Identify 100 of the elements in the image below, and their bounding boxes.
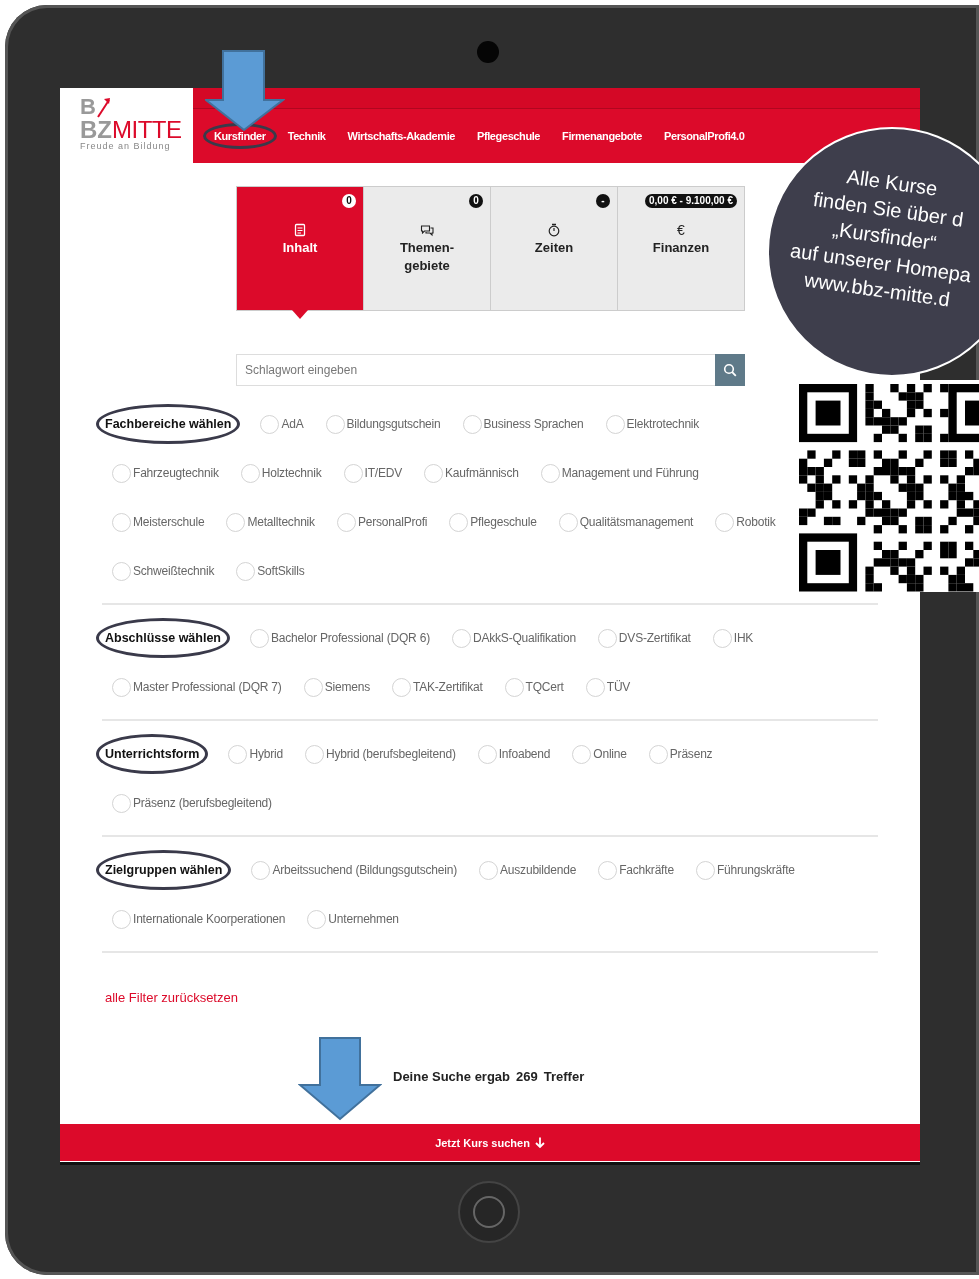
radio-option[interactable]: Fachkräfte bbox=[598, 850, 674, 890]
radio-button[interactable] bbox=[240, 463, 260, 483]
radio-option[interactable]: Infoabend bbox=[477, 734, 551, 774]
arrow-icon bbox=[95, 96, 112, 118]
radio-button[interactable] bbox=[572, 744, 592, 764]
radio-option[interactable]: Business Sprachen bbox=[462, 404, 584, 444]
radio-button[interactable] bbox=[250, 628, 269, 648]
radio-option[interactable]: TAK-Zertifikat bbox=[391, 667, 483, 707]
filter-tab[interactable]: 0 Themen- gebiete bbox=[364, 187, 491, 310]
radio-option[interactable]: Management und Führung bbox=[540, 453, 699, 493]
search-field[interactable]: Schlagwort eingeben bbox=[236, 354, 715, 386]
radio-button[interactable] bbox=[695, 860, 715, 880]
radio-button[interactable] bbox=[712, 628, 732, 648]
logo-tagline: Freude an Bildung bbox=[80, 141, 172, 151]
radio-option[interactable]: Hybrid (berufsbegleitend) bbox=[304, 734, 456, 774]
filter-tab[interactable]: - Zeiten bbox=[491, 187, 618, 310]
radio-button[interactable] bbox=[598, 860, 618, 880]
radio-option[interactable]: AdA bbox=[260, 404, 304, 444]
radio-button[interactable] bbox=[226, 512, 246, 532]
radio-option[interactable]: IT/EDV bbox=[343, 453, 403, 493]
down-arrow-icon bbox=[534, 1137, 545, 1148]
radio-button[interactable] bbox=[540, 463, 560, 483]
radio-option[interactable]: Holztechnik bbox=[240, 453, 322, 493]
radio-button[interactable] bbox=[585, 677, 605, 697]
reset-filters-link[interactable]: alle Filter zurücksetzen bbox=[105, 990, 238, 1005]
nav-link[interactable]: Pflegeschule bbox=[466, 123, 552, 148]
radio-button[interactable] bbox=[449, 512, 469, 532]
radio-button[interactable] bbox=[715, 512, 735, 532]
stopwatch-icon bbox=[547, 223, 561, 237]
logo-wordmark: BZ bbox=[80, 118, 112, 142]
nav-link[interactable]: Firmenangebote bbox=[551, 123, 654, 148]
radio-option[interactable]: Schweißtechnik bbox=[112, 551, 215, 591]
radio-button[interactable] bbox=[391, 677, 411, 697]
radio-button[interactable] bbox=[558, 512, 578, 532]
radio-button[interactable] bbox=[112, 512, 131, 532]
filter-tab[interactable]: 0,00 € - 9.100,00 € € Finanzen bbox=[618, 187, 744, 310]
radio-option[interactable]: SoftSkills bbox=[236, 551, 305, 591]
radio-option[interactable]: Bildungsgutschein bbox=[325, 404, 441, 444]
radio-button[interactable] bbox=[112, 909, 131, 929]
radio-option[interactable]: DAkkS-Qualifikation bbox=[451, 618, 576, 658]
nav-link[interactable]: PersonalProfi4.0 bbox=[653, 123, 756, 148]
search-courses-button[interactable]: Jetzt Kurs suchen bbox=[60, 1124, 920, 1161]
result-text: Treffer bbox=[543, 1069, 585, 1084]
radio-option[interactable]: Metalltechnik bbox=[226, 502, 315, 542]
radio-button[interactable] bbox=[112, 463, 131, 483]
radio-option[interactable]: Elektrotechnik bbox=[605, 404, 700, 444]
radio-option[interactable]: DVS-Zertifikat bbox=[597, 618, 691, 658]
radio-option[interactable]: Bachelor Professional (DQR 6) bbox=[250, 618, 430, 658]
radio-button[interactable] bbox=[236, 561, 256, 581]
radio-option[interactable]: Auszubildende bbox=[479, 850, 577, 890]
radio-option[interactable]: PersonalProfi bbox=[336, 502, 428, 542]
radio-option[interactable]: Führungskräfte bbox=[695, 850, 795, 890]
radio-button[interactable] bbox=[304, 744, 324, 764]
radio-button[interactable] bbox=[307, 909, 327, 929]
search-button[interactable] bbox=[715, 354, 745, 386]
filter-group-label: Abschlüsse wählen bbox=[96, 618, 230, 658]
radio-button[interactable] bbox=[251, 860, 271, 880]
radio-option[interactable]: Siemens bbox=[303, 667, 370, 707]
radio-button[interactable] bbox=[477, 744, 497, 764]
radio-button[interactable] bbox=[325, 414, 345, 434]
radio-button[interactable] bbox=[451, 628, 471, 648]
nav-link[interactable]: Technik bbox=[276, 123, 337, 148]
radio-button[interactable] bbox=[112, 677, 131, 697]
radio-button[interactable] bbox=[343, 463, 363, 483]
radio-button[interactable] bbox=[112, 561, 131, 581]
radio-button[interactable] bbox=[336, 512, 356, 532]
radio-button[interactable] bbox=[303, 677, 323, 697]
radio-button[interactable] bbox=[504, 677, 524, 697]
radio-button[interactable] bbox=[112, 793, 131, 813]
radio-button[interactable] bbox=[597, 628, 617, 648]
radio-button[interactable] bbox=[648, 744, 668, 764]
radio-button[interactable] bbox=[424, 463, 444, 483]
radio-option[interactable]: Hybrid bbox=[228, 734, 283, 774]
radio-button[interactable] bbox=[479, 860, 499, 880]
radio-option[interactable]: Internationale Koorperationen bbox=[112, 899, 286, 939]
radio-option[interactable]: Präsenz (berufsbegleitend) bbox=[112, 783, 272, 823]
promo-text: Alle Kurse finden Sie über d „Kursfinder“ auf unserer Homepa www.bbz-mitte.d bbox=[788, 164, 974, 313]
radio-option[interactable]: Präsenz bbox=[648, 734, 713, 774]
logo-letter: B bbox=[80, 96, 96, 118]
radio-option[interactable]: Unternehmen bbox=[307, 899, 399, 939]
radio-option[interactable]: Arbeitssuchend (Bildungsgutschein) bbox=[251, 850, 458, 890]
radio-option[interactable]: TQCert bbox=[504, 667, 564, 707]
filter-group-label: Zielgruppen wählen bbox=[96, 850, 232, 890]
radio-button[interactable] bbox=[462, 414, 482, 434]
radio-button[interactable] bbox=[260, 414, 280, 434]
count-badge: 0 bbox=[469, 194, 483, 208]
radio-option[interactable]: IHK bbox=[712, 618, 754, 658]
count-badge: 0 bbox=[342, 194, 356, 208]
radio-option[interactable]: Master Professional (DQR 7) bbox=[112, 667, 282, 707]
radio-option[interactable]: Online bbox=[572, 734, 627, 774]
radio-option[interactable]: Pflegeschule bbox=[449, 502, 537, 542]
radio-option[interactable]: TÜV bbox=[585, 667, 631, 707]
radio-button[interactable] bbox=[605, 414, 625, 434]
radio-option[interactable]: Meisterschule bbox=[112, 502, 205, 542]
radio-option[interactable]: Fahrzeugtechnik bbox=[112, 453, 219, 493]
radio-button[interactable] bbox=[228, 744, 248, 764]
nav-link[interactable]: Wirtschafts-Akademie bbox=[336, 123, 466, 148]
radio-option[interactable]: Robotik bbox=[715, 502, 776, 542]
radio-option[interactable]: Kaufmännisch bbox=[424, 453, 519, 493]
radio-option[interactable]: Qualitätsmanagement bbox=[558, 502, 694, 542]
